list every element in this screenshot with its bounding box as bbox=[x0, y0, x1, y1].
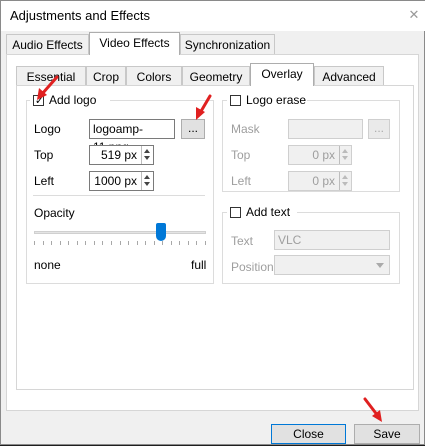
arrow-add-logo bbox=[40, 75, 59, 96]
dialog-window: Adjustments and Effects ✕ Audio Effects … bbox=[0, 0, 425, 445]
annotation-arrows bbox=[37, 75, 382, 422]
tab-video-effects[interactable]: Video Effects bbox=[89, 32, 180, 55]
tab-overlay[interactable]: Overlay bbox=[250, 63, 314, 86]
